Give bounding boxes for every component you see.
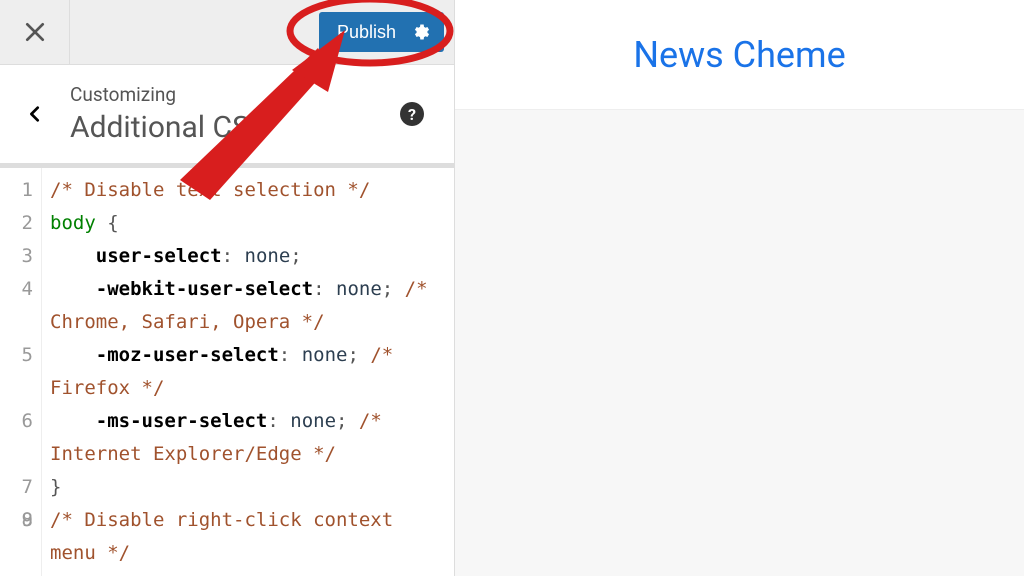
site-preview: News Cheme (455, 0, 1024, 576)
preview-body (455, 110, 1024, 576)
back-button[interactable] (0, 83, 70, 145)
css-editor[interactable]: 123456789 /* Disable text selection */bo… (0, 164, 454, 576)
customizer-sidebar: Publish Customizing Additional CSS ? 123… (0, 0, 455, 576)
publish-button-label: Publish (337, 22, 396, 43)
help-button[interactable]: ? (400, 102, 424, 126)
panel-header: Customizing Additional CSS ? (0, 65, 454, 164)
chevron-left-icon (26, 105, 44, 123)
publish-button[interactable]: Publish (319, 12, 444, 52)
panel-eyebrow: Customizing (70, 83, 400, 106)
editor-code[interactable]: /* Disable text selection */body { user-… (42, 168, 454, 576)
gear-icon (410, 22, 430, 42)
preview-header: News Cheme (455, 0, 1024, 110)
close-icon (24, 21, 46, 43)
help-icon: ? (408, 105, 416, 124)
close-customizer-button[interactable] (0, 0, 70, 65)
editor-gutter: 123456789 (0, 168, 42, 576)
site-title[interactable]: News Cheme (633, 34, 845, 76)
customizer-topbar: Publish (0, 0, 454, 65)
panel-title: Additional CSS (70, 110, 400, 145)
